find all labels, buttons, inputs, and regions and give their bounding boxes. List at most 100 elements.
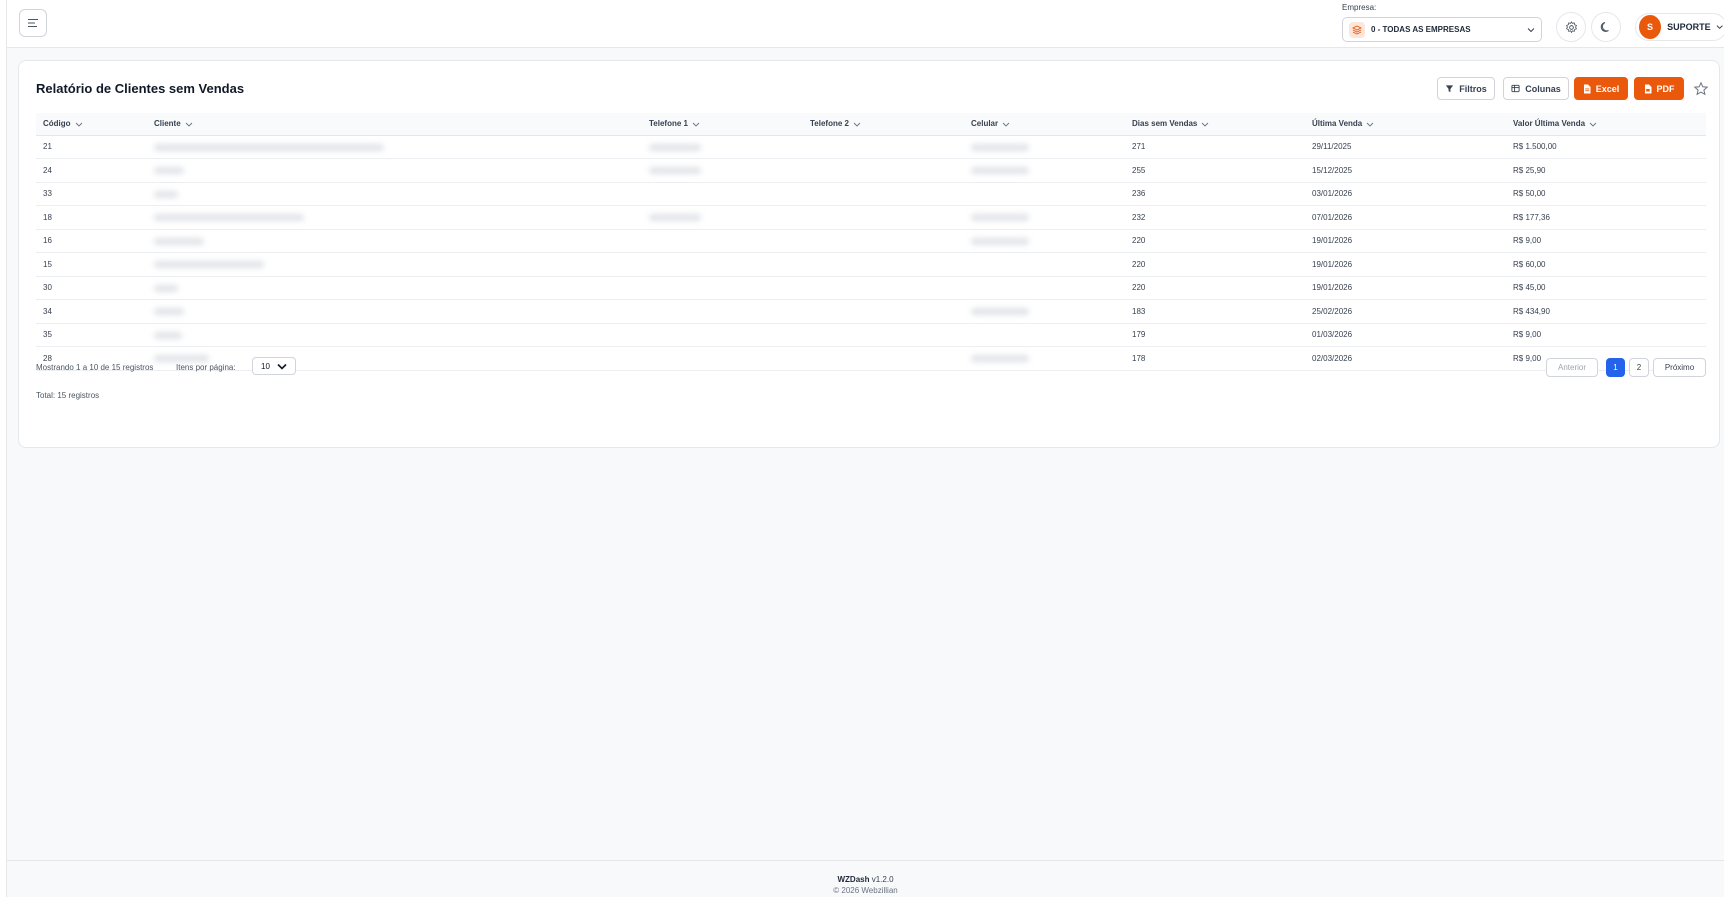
cell-celular xyxy=(964,323,1125,347)
next-page-button[interactable]: Próximo xyxy=(1653,358,1706,377)
cell-telefone1-redacted xyxy=(642,205,803,230)
page-2-button[interactable]: 2 xyxy=(1629,358,1649,377)
cell-valor: R$ 50,00 xyxy=(1506,182,1706,206)
columns-button[interactable]: Colunas xyxy=(1503,77,1569,100)
total-records-text: Total: 15 registros xyxy=(36,391,100,400)
column-header-ultima-venda[interactable]: Última Venda xyxy=(1305,113,1506,136)
filters-button[interactable]: Filtros xyxy=(1437,77,1495,100)
cell-codigo: 15 xyxy=(36,252,147,277)
table-header-row: Código Cliente Telefone 1 Telefone 2 Cel… xyxy=(36,113,1706,136)
cell-valor: R$ 9,00 xyxy=(1506,229,1706,253)
cell-celular xyxy=(964,276,1125,300)
cell-telefone2 xyxy=(803,252,964,277)
table-row[interactable]: 15 220 19/01/2026 R$ 60,00 xyxy=(36,252,1706,277)
cell-dias: 220 xyxy=(1125,252,1305,277)
footer-version-number: v1.2.0 xyxy=(871,875,894,884)
table-row[interactable]: 35 179 01/03/2026 R$ 9,00 xyxy=(36,323,1706,347)
cell-ultima-venda: 19/01/2026 xyxy=(1305,252,1506,277)
cell-valor: R$ 9,00 xyxy=(1506,323,1706,347)
cell-ultima-venda: 07/01/2026 xyxy=(1305,205,1506,230)
theme-toggle-button[interactable] xyxy=(1591,12,1621,42)
table-row[interactable]: 24 255 15/12/2025 R$ 25,90 xyxy=(36,158,1706,183)
chevron-down-icon xyxy=(1527,27,1535,32)
cell-celular-redacted xyxy=(964,299,1125,324)
excel-export-label: Excel xyxy=(1595,83,1620,94)
excel-export-button[interactable]: Excel xyxy=(1574,77,1628,100)
cell-valor: R$ 45,00 xyxy=(1506,276,1706,300)
cell-telefone2 xyxy=(803,346,964,371)
table-row[interactable]: 18 232 07/01/2026 R$ 177,36 xyxy=(36,205,1706,230)
empresa-select-value: 0 - TODAS AS EMPRESAS xyxy=(1371,25,1471,34)
cell-telefone1 xyxy=(642,252,803,277)
chevron-down-icon xyxy=(1716,25,1723,30)
cell-telefone2 xyxy=(803,205,964,230)
menu-icon xyxy=(28,19,38,27)
cell-telefone2 xyxy=(803,158,964,183)
cell-dias: 178 xyxy=(1125,346,1305,371)
column-header-telefone1[interactable]: Telefone 1 xyxy=(642,113,803,136)
chevron-down-icon xyxy=(277,363,287,370)
cell-valor: R$ 25,90 xyxy=(1506,158,1706,183)
cell-telefone1 xyxy=(642,276,803,300)
column-header-telefone2[interactable]: Telefone 2 xyxy=(803,113,964,136)
cell-valor: R$ 177,36 xyxy=(1506,205,1706,230)
cell-codigo: 18 xyxy=(36,205,147,230)
cell-telefone1 xyxy=(642,229,803,253)
table-row[interactable]: 30 220 19/01/2026 R$ 45,00 xyxy=(36,276,1706,300)
cell-ultima-venda: 15/12/2025 xyxy=(1305,158,1506,183)
settings-button[interactable] xyxy=(1556,12,1586,42)
column-header-valor-ultima-venda[interactable]: Valor Última Venda xyxy=(1506,113,1706,136)
filter-icon xyxy=(1446,85,1454,93)
per-page-select[interactable]: 10 xyxy=(252,357,296,375)
columns-icon xyxy=(1511,84,1520,93)
cell-ultima-venda: 02/03/2026 xyxy=(1305,346,1506,371)
chevron-down-icon xyxy=(1202,122,1209,127)
favorite-star-icon[interactable] xyxy=(1693,81,1709,97)
cell-codigo: 34 xyxy=(36,299,147,324)
table-row[interactable]: 34 183 25/02/2026 R$ 434,90 xyxy=(36,299,1706,324)
user-menu[interactable]: S SUPORTE xyxy=(1635,13,1724,41)
avatar: S xyxy=(1639,15,1662,39)
column-header-codigo[interactable]: Código xyxy=(36,113,147,136)
cell-celular xyxy=(964,252,1125,277)
cell-ultima-venda: 03/01/2026 xyxy=(1305,182,1506,206)
table-row[interactable]: 16 220 19/01/2026 R$ 9,00 xyxy=(36,229,1706,253)
page-1-button[interactable]: 1 xyxy=(1606,358,1625,377)
cell-dias: 183 xyxy=(1125,299,1305,324)
cell-ultima-venda: 25/02/2026 xyxy=(1305,299,1506,324)
cell-valor: R$ 1.500,00 xyxy=(1506,135,1706,159)
chevron-down-icon xyxy=(1002,122,1010,127)
chevron-down-icon xyxy=(1589,122,1597,127)
per-page-label: Itens por página: xyxy=(176,363,236,372)
cell-codigo: 33 xyxy=(36,182,147,206)
cell-telefone2 xyxy=(803,299,964,324)
report-card: Relatório de Clientes sem Vendas Filtros… xyxy=(18,60,1720,448)
column-header-dias-sem-vendas[interactable]: Dias sem Vendas xyxy=(1125,113,1305,136)
cell-celular-redacted xyxy=(964,158,1125,183)
pdf-export-button[interactable]: PDF xyxy=(1634,77,1684,100)
cell-celular xyxy=(964,182,1125,206)
table-row[interactable]: 21 271 29/11/2025 R$ 1.500,00 xyxy=(36,135,1706,159)
user-name: SUPORTE xyxy=(1667,22,1711,32)
cell-dias: 232 xyxy=(1125,205,1305,230)
cell-telefone1 xyxy=(642,182,803,206)
previous-page-button[interactable]: Anterior xyxy=(1546,358,1598,377)
sidebar-rail xyxy=(0,0,7,897)
per-page-value: 10 xyxy=(261,361,270,371)
menu-toggle-button[interactable] xyxy=(19,9,47,37)
chevron-down-icon xyxy=(853,122,861,127)
column-header-cliente[interactable]: Cliente xyxy=(147,113,642,136)
cell-dias: 220 xyxy=(1125,229,1305,253)
chevron-down-icon xyxy=(185,122,192,127)
cell-telefone2 xyxy=(803,229,964,253)
column-header-celular[interactable]: Celular xyxy=(964,113,1125,136)
cell-celular-redacted xyxy=(964,229,1125,253)
page-footer: WZDash v1.2.0 © 2026 Webzillian xyxy=(7,860,1724,897)
empresa-select[interactable]: 0 - TODAS AS EMPRESAS xyxy=(1342,17,1542,42)
cell-valor: R$ 434,90 xyxy=(1506,299,1706,324)
cell-telefone2 xyxy=(803,323,964,347)
cell-codigo: 30 xyxy=(36,276,147,300)
cell-telefone2 xyxy=(803,276,964,300)
cell-telefone1 xyxy=(642,299,803,324)
table-row[interactable]: 33 236 03/01/2026 R$ 50,00 xyxy=(36,182,1706,206)
